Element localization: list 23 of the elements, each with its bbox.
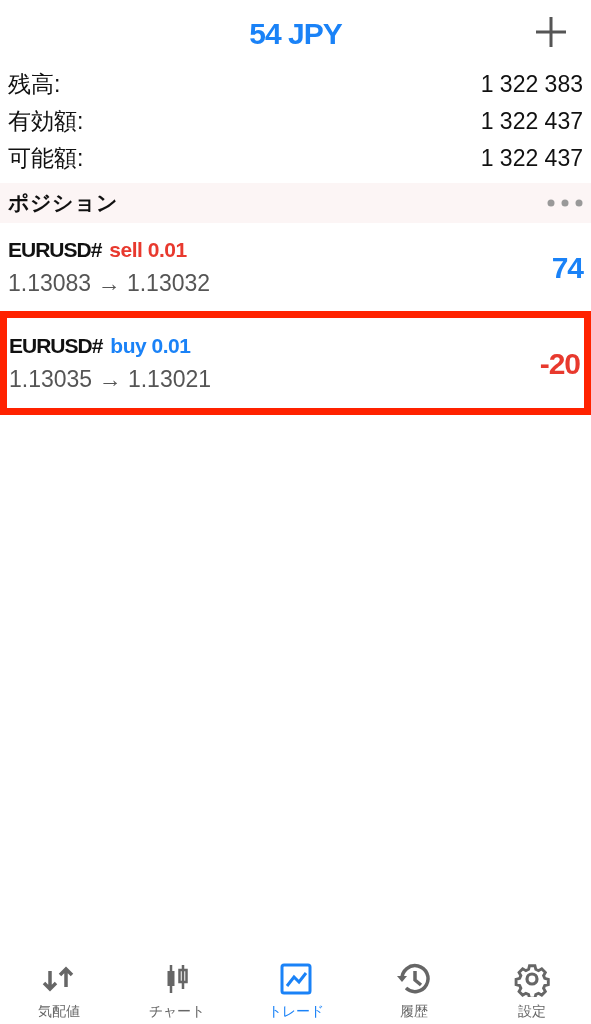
more-icon[interactable] <box>547 199 583 207</box>
tab-item[interactable]: 履歴 <box>354 954 473 1024</box>
add-icon[interactable] <box>535 16 567 48</box>
section-title: ポジション <box>8 190 118 217</box>
account-value: 1 322 437 <box>480 107 583 137</box>
header-title: 54 JPY <box>249 15 342 52</box>
price-change: 1.13035 → 1.13021 <box>9 364 212 394</box>
tab-item[interactable]: 設定 <box>472 954 591 1024</box>
account-label: 可能額: <box>8 144 84 174</box>
account-value: 1 322 383 <box>480 70 583 100</box>
position-symbol: EURUSD# <box>8 237 102 263</box>
price-change: 1.13083 → 1.13032 <box>8 268 211 298</box>
account-label: 残高: <box>8 70 61 100</box>
account-label: 有効額: <box>8 107 84 137</box>
tab-item[interactable]: トレード <box>236 954 355 1024</box>
tab-item[interactable]: チャート <box>118 954 237 1024</box>
order-type: buy 0.01 <box>110 333 191 359</box>
order-type: sell 0.01 <box>109 237 187 263</box>
account-value: 1 322 437 <box>480 144 583 174</box>
position-symbol: EURUSD# <box>9 333 103 359</box>
profit-value: -20 <box>539 345 580 382</box>
profit-value: 74 <box>551 249 583 286</box>
tab-item[interactable]: 気配値 <box>0 954 119 1024</box>
